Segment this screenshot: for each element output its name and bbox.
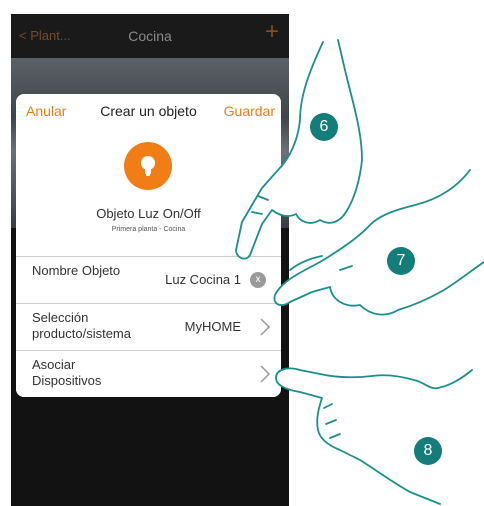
step-badge: 7: [387, 247, 415, 275]
hand-icon: [275, 367, 473, 505]
step-badge: 6: [310, 113, 338, 141]
step-badge: 8: [414, 437, 442, 465]
hand-icon: [235, 39, 363, 260]
